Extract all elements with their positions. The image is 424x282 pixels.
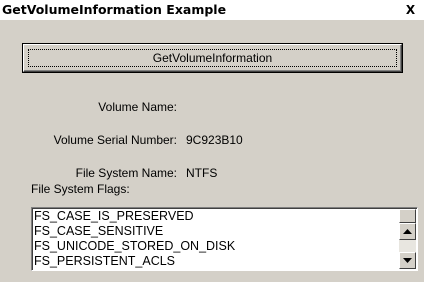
list-item[interactable]: FS_UNICODE_STORED_ON_DISK [34,239,399,254]
get-volume-information-button[interactable]: GetVolumeInformation [23,44,402,72]
list-item[interactable]: FS_PERSISTENT_ACLS [34,254,399,269]
volume-serial-number-value: 9C923B10 [186,133,243,147]
file-system-name-value: NTFS [186,166,218,180]
close-icon[interactable]: X [403,3,418,17]
arrow-up-icon[interactable] [399,223,416,240]
list-item[interactable]: FS_CASE_SENSITIVE [34,224,399,239]
file-system-name-label: File System Name: [75,166,177,180]
volume-serial-number-label: Volume Serial Number: [53,133,177,147]
vertical-scrollbar[interactable] [399,209,416,269]
window-title: GetVolumeInformation Example [2,2,227,17]
arrow-down-icon[interactable] [399,252,416,269]
dialog-window: GetVolumeInformation Example X GetVolume… [0,0,424,282]
file-system-flags-label: File System Flags: [31,182,130,196]
volume-name-label: Volume Name: [98,100,177,114]
get-volume-information-label: GetVolumeInformation [152,51,273,65]
scrollbar-thumb[interactable] [399,209,416,223]
file-system-flags-listbox[interactable]: FS_CASE_IS_PRESERVED FS_CASE_SENSITIVE F… [31,207,418,271]
title-bar[interactable]: GetVolumeInformation Example X [0,0,424,20]
flags-list: FS_CASE_IS_PRESERVED FS_CASE_SENSITIVE F… [34,209,399,269]
list-item[interactable]: FS_CASE_IS_PRESERVED [34,209,399,224]
dialog-client-area: GetVolumeInformation Volume Name: Volume… [0,20,424,282]
